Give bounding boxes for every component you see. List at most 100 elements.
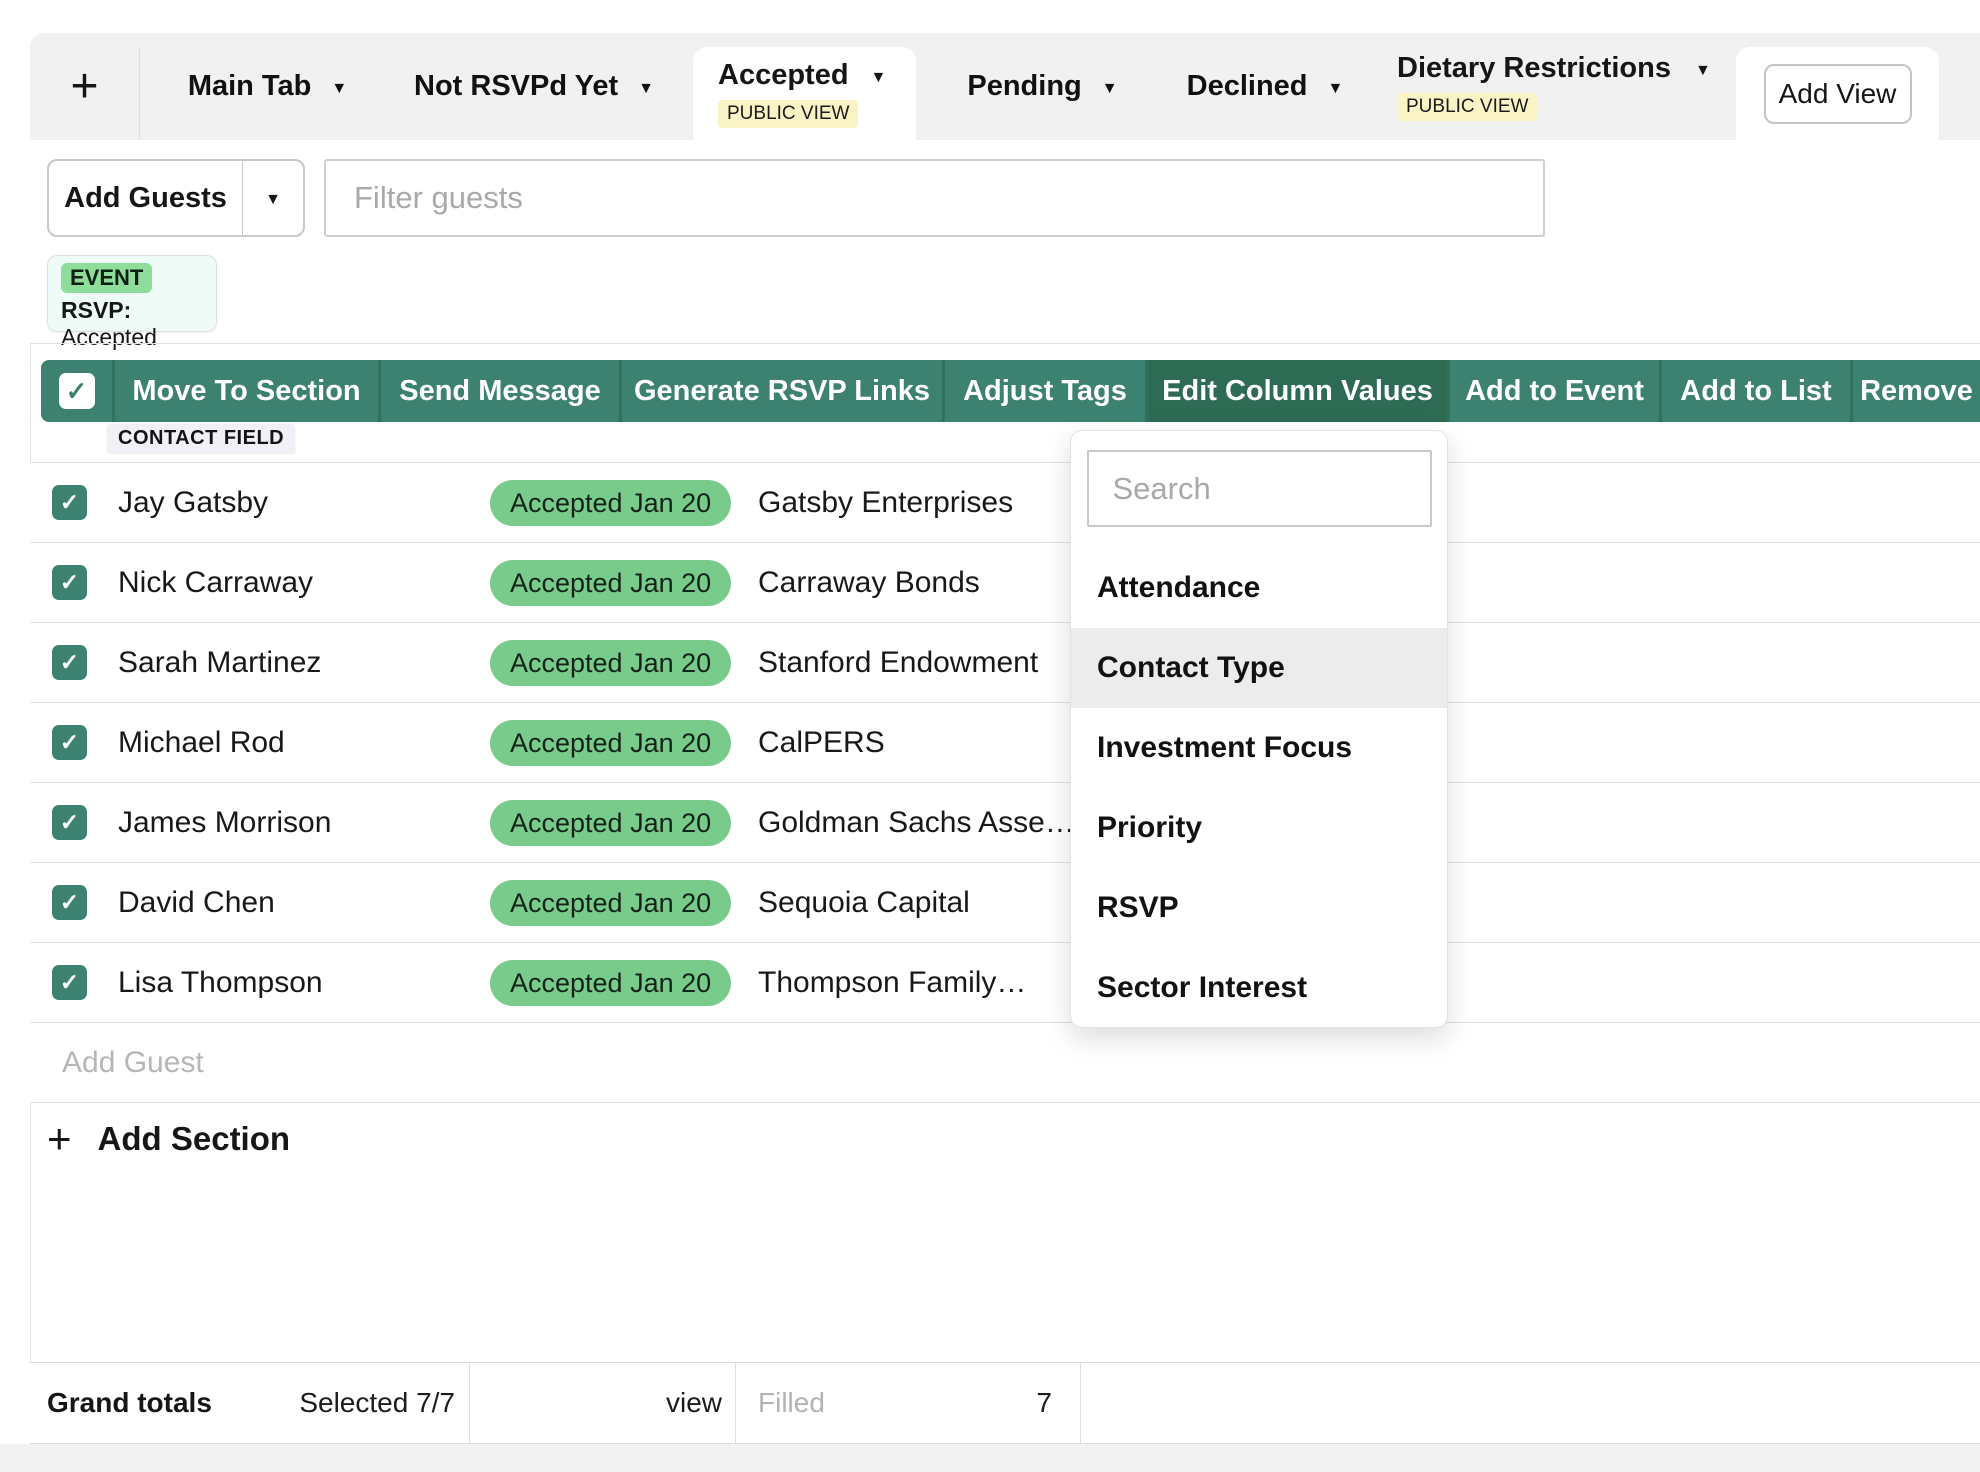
guest-name: Nick Carraway	[118, 543, 313, 623]
grand-totals-bar: Grand totals Selected 7/7 view Filled 7	[30, 1362, 1980, 1444]
totals-cell-filled[interactable]: Filled 7	[758, 1363, 1052, 1443]
rsvp-status-pill[interactable]: Accepted Jan 20	[490, 960, 731, 1006]
table-top-border	[30, 343, 1980, 344]
tab-declined[interactable]: Declined ▼	[1150, 33, 1380, 140]
row-checkbox[interactable]: ✓	[52, 965, 87, 1000]
tab-label: Pending	[967, 70, 1081, 103]
event-filter-chip[interactable]: EVENT RSVP: Accepted	[47, 255, 217, 332]
table-row[interactable]: ✓ Lisa Thompson Accepted Jan 20 Thompson…	[30, 943, 1980, 1023]
row-checkbox[interactable]: ✓	[52, 885, 87, 920]
view-tab-bar: + Main Tab ▼ Not RSVPd Yet ▼ Accepted ▼ …	[30, 33, 1980, 140]
add-guests-button[interactable]: Add Guests	[49, 161, 242, 235]
tab-label: Dietary Restrictions	[1397, 52, 1671, 85]
contact-field-label: CONTACT FIELD	[107, 424, 295, 453]
chevron-down-icon: ▼	[638, 81, 654, 97]
chevron-down-icon: ▼	[265, 192, 281, 208]
filled-value: 7	[1036, 1387, 1052, 1419]
guest-name: Jay Gatsby	[118, 463, 268, 543]
move-to-section-button[interactable]: Move To Section	[112, 360, 378, 422]
chevron-down-icon: ▼	[331, 81, 347, 97]
guest-table: ✓ Jay Gatsby Accepted Jan 20 Gatsby Ente…	[30, 462, 1980, 1103]
rsvp-status-pill[interactable]: Accepted Jan 20	[490, 720, 731, 766]
select-all-checkbox[interactable]: ✓	[59, 373, 95, 409]
guest-name: James Morrison	[118, 783, 331, 863]
menu-item-priority[interactable]: Priority	[1071, 788, 1447, 868]
guest-company[interactable]: Carraway Bonds	[758, 543, 980, 623]
menu-item-investment-focus[interactable]: Investment Focus	[1071, 708, 1447, 788]
menu-item-contact-type[interactable]: Contact Type	[1071, 628, 1447, 708]
tab-accepted-active[interactable]: Accepted ▼ PUBLIC VIEW	[693, 47, 916, 140]
rsvp-status-pill[interactable]: Accepted Jan 20	[490, 560, 731, 606]
select-all-cell: ✓	[41, 360, 112, 422]
guest-company[interactable]: Sequoia Capital	[758, 863, 970, 943]
guest-company[interactable]: CalPERS	[758, 703, 885, 783]
guest-company[interactable]: Stanford Endowment	[758, 623, 1038, 703]
tab-label: Accepted	[718, 59, 849, 92]
column-search-input[interactable]	[1087, 450, 1432, 527]
guest-company[interactable]: Gatsby Enterprises	[758, 463, 1013, 543]
table-row[interactable]: ✓ Jay Gatsby Accepted Jan 20 Gatsby Ente…	[30, 463, 1980, 543]
bulk-actions-toolbar: ✓ Move To Section Send Message Generate …	[41, 360, 1980, 422]
row-checkbox[interactable]: ✓	[52, 805, 87, 840]
add-tab-button[interactable]: +	[30, 33, 139, 140]
add-guest-placeholder[interactable]: Add Guest	[62, 1023, 204, 1103]
row-checkbox[interactable]: ✓	[52, 725, 87, 760]
row-checkbox[interactable]: ✓	[52, 485, 87, 520]
tab-label: Declined	[1187, 70, 1308, 103]
table-row[interactable]: ✓ Michael Rod Accepted Jan 20 CalPERS	[30, 703, 1980, 783]
add-guest-row[interactable]: Add Guest	[30, 1023, 1980, 1103]
guest-name: David Chen	[118, 863, 275, 943]
edit-column-values-button[interactable]: Edit Column Values	[1145, 360, 1447, 422]
tab-label: Main Tab	[188, 70, 312, 103]
check-icon: ✓	[66, 376, 88, 407]
add-to-event-button[interactable]: Add to Event	[1447, 360, 1659, 422]
row-checkbox[interactable]: ✓	[52, 565, 87, 600]
tab-pending[interactable]: Pending ▼	[935, 33, 1150, 140]
public-view-badge: PUBLIC VIEW	[1397, 93, 1537, 121]
table-row[interactable]: ✓ James Morrison Accepted Jan 20 Goldman…	[30, 783, 1980, 863]
check-icon: ✓	[60, 569, 79, 596]
menu-item-rsvp[interactable]: RSVP	[1071, 868, 1447, 948]
chevron-down-icon: ▼	[1102, 81, 1118, 97]
table-row[interactable]: ✓ David Chen Accepted Jan 20 Sequoia Cap…	[30, 863, 1980, 943]
table-row[interactable]: ✓ Sarah Martinez Accepted Jan 20 Stanfor…	[30, 623, 1980, 703]
remove-button[interactable]: Remove	[1850, 360, 1980, 422]
tab-main-tab[interactable]: Main Tab ▼	[160, 33, 375, 140]
rsvp-status-pill[interactable]: Accepted Jan 20	[490, 480, 731, 526]
menu-item-sector-interest[interactable]: Sector Interest	[1071, 948, 1447, 1028]
guest-name: Sarah Martinez	[118, 623, 321, 703]
generate-rsvp-links-button[interactable]: Generate RSVP Links	[619, 360, 942, 422]
check-icon: ✓	[60, 889, 79, 916]
adjust-tags-button[interactable]: Adjust Tags	[942, 360, 1145, 422]
add-section-label: Add Section	[98, 1120, 291, 1158]
send-message-button[interactable]: Send Message	[378, 360, 619, 422]
tab-not-rsvpd-yet[interactable]: Not RSVPd Yet ▼	[413, 33, 655, 140]
add-to-list-button[interactable]: Add to List	[1659, 360, 1850, 422]
add-view-button[interactable]: Add View	[1764, 64, 1912, 124]
row-checkbox[interactable]: ✓	[52, 645, 87, 680]
rsvp-status-pill[interactable]: Accepted Jan 20	[490, 880, 731, 926]
column-values-dropdown: Attendance Contact Type Investment Focus…	[1070, 430, 1448, 1028]
tab-dietary-restrictions[interactable]: Dietary Restrictions ▼ PUBLIC VIEW	[1397, 33, 1711, 140]
chevron-down-icon: ▼	[871, 70, 887, 86]
add-guests-dropdown-button[interactable]: ▼	[243, 161, 303, 235]
table-row[interactable]: ✓ Nick Carraway Accepted Jan 20 Carraway…	[30, 543, 1980, 623]
totals-cell-selected: Grand totals Selected 7/7	[47, 1363, 455, 1443]
menu-item-attendance[interactable]: Attendance	[1071, 548, 1447, 628]
check-icon: ✓	[60, 729, 79, 756]
guest-name: Lisa Thompson	[118, 943, 323, 1023]
tab-label: Not RSVPd Yet	[414, 70, 618, 103]
check-icon: ✓	[60, 809, 79, 836]
filter-guests-input[interactable]	[324, 159, 1545, 237]
event-badge: EVENT	[61, 263, 152, 293]
guest-company[interactable]: Thompson Family…	[758, 943, 1026, 1023]
add-section-button[interactable]: + Add Section	[47, 1118, 290, 1160]
column-divider	[1080, 1363, 1081, 1443]
add-guests-split-button: Add Guests ▼	[47, 159, 305, 237]
guest-company[interactable]: Goldman Sachs Asse…	[758, 783, 1075, 863]
rsvp-status-pill[interactable]: Accepted Jan 20	[490, 640, 731, 686]
filled-label: Filled	[758, 1387, 825, 1419]
rsvp-status-pill[interactable]: Accepted Jan 20	[490, 800, 731, 846]
totals-cell-view[interactable]: view	[469, 1363, 722, 1443]
add-view-container: Add View	[1736, 47, 1939, 140]
